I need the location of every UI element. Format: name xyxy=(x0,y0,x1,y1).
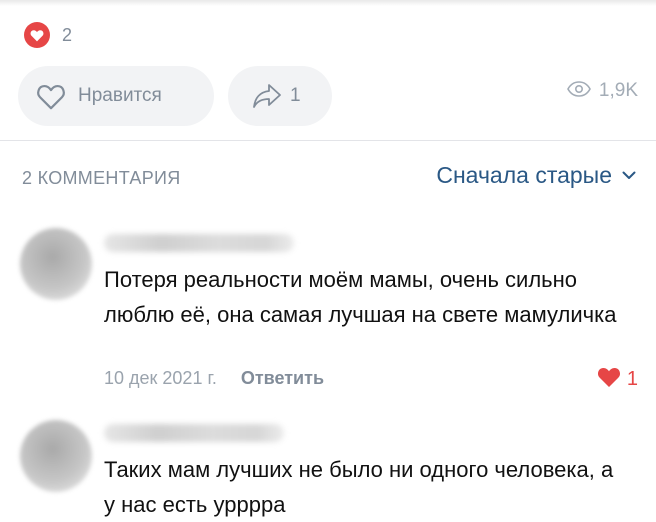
comment-date: 10 дек 2021 г. xyxy=(104,368,217,388)
heart-icon xyxy=(597,366,621,393)
author-name[interactable] xyxy=(104,234,294,252)
heart-icon xyxy=(24,22,50,48)
like-button-label: Нравится xyxy=(78,85,162,106)
comment-meta: 10 дек 2021 г. Ответить xyxy=(104,368,324,389)
reactions-count: 2 xyxy=(62,24,73,45)
views-counter: 1,9K xyxy=(566,80,638,102)
reply-button[interactable]: Ответить xyxy=(241,368,324,389)
avatar[interactable] xyxy=(20,228,92,300)
divider xyxy=(0,140,656,141)
eye-icon xyxy=(566,80,591,102)
reactions-summary[interactable]: 2 xyxy=(24,22,72,48)
share-arrow-icon xyxy=(252,83,282,109)
sort-dropdown[interactable]: Сначала старые xyxy=(436,162,636,189)
sort-label: Сначала старые xyxy=(436,162,612,188)
avatar[interactable] xyxy=(20,420,92,492)
author-name[interactable] xyxy=(104,424,284,442)
views-count: 1,9K xyxy=(598,80,638,101)
comment-text: Потеря реальности моём мамы, очень сильн… xyxy=(104,267,617,327)
comment-like-count: 1 xyxy=(626,368,638,390)
share-button[interactable]: 1 xyxy=(228,66,332,126)
comment-text: Таких мам лучших не было ни одного челов… xyxy=(104,457,614,517)
top-edge xyxy=(0,0,656,6)
like-button[interactable]: Нравится xyxy=(18,66,214,126)
comment-like-button[interactable]: 1 xyxy=(597,366,638,393)
chevron-down-icon xyxy=(622,171,636,180)
comments-count-title: 2 КОММЕНТАРИЯ xyxy=(22,168,181,188)
heart-outline-icon xyxy=(36,83,66,110)
share-count: 1 xyxy=(290,85,301,106)
